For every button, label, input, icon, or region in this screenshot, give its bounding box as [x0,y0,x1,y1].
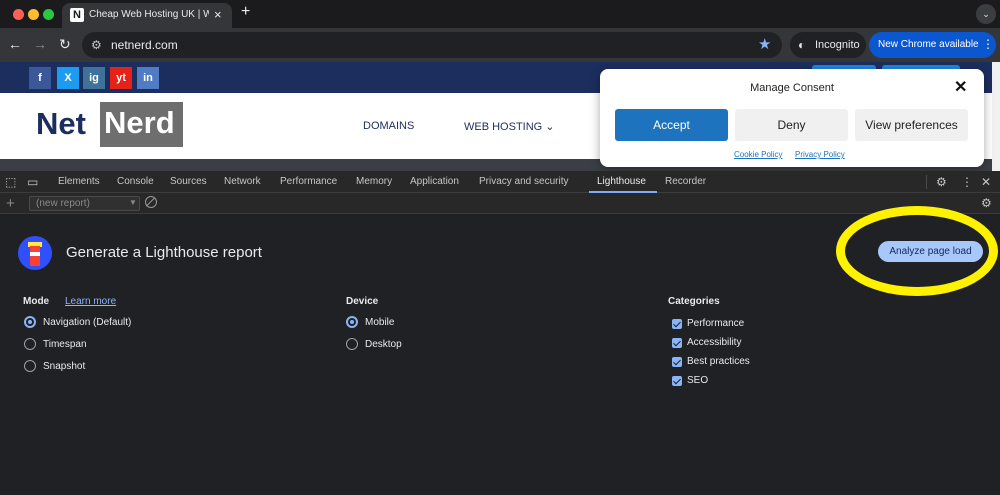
tab-privacy-security[interactable]: Privacy and security [479,176,568,187]
lighthouse-settings-icon[interactable]: ⚙ [981,196,992,210]
clear-icon[interactable] [145,196,157,208]
browser-toolbar: ← → ↻ ⚙ netnerd.com ★ ◐ Incognito New Ch… [0,28,1000,62]
tab-strip: N Cheap Web Hosting UK | Web × + ⌄ [0,0,1000,28]
radio-mobile[interactable] [346,316,358,328]
learn-more-link[interactable]: Learn more [65,296,116,307]
bookmark-star-icon[interactable]: ★ [758,35,771,53]
deny-button[interactable]: Deny [735,109,848,141]
radio-timespan[interactable] [24,338,36,350]
analyze-page-load-button[interactable]: Analyze page load [878,241,983,262]
site-info-icon[interactable]: ⚙ [91,38,102,52]
new-tab-icon[interactable]: + [241,3,250,21]
tab-network[interactable]: Network [224,176,261,187]
option-snapshot[interactable]: Snapshot [43,361,85,372]
privacy-policy-link[interactable]: Privacy Policy [795,150,845,159]
toolbar-divider [926,175,927,189]
page-scrollbar[interactable] [992,62,1000,171]
lighthouse-title: Generate a Lighthouse report [66,244,262,261]
consent-title: Manage Consent [750,82,834,94]
report-select[interactable]: (new report) ▼ [29,196,140,211]
accept-button[interactable]: Accept [615,109,728,141]
window-maximize-button[interactable] [43,9,54,20]
new-report-icon[interactable]: + [6,195,15,212]
option-mobile[interactable]: Mobile [365,317,394,328]
forward-icon[interactable]: → [33,36,47,52]
option-timespan[interactable]: Timespan [43,339,87,350]
incognito-label: Incognito [815,39,860,51]
tab-sources[interactable]: Sources [170,176,207,187]
category-accessibility[interactable]: Accessibility [687,337,741,348]
update-chrome-button[interactable]: New Chrome available ⋮ [869,32,996,58]
option-navigation[interactable]: Navigation (Default) [43,317,131,328]
reload-icon[interactable]: ↻ [59,36,71,53]
menu-web-hosting[interactable]: WEB HOSTING ⌄ [464,120,555,133]
checkbox-best-practices[interactable] [672,357,682,367]
chevron-down-icon: ▼ [129,198,137,207]
report-select-value: (new report) [36,198,90,209]
url-text: netnerd.com [111,38,178,52]
window-minimize-button[interactable] [28,9,39,20]
incognito-indicator[interactable]: ◐ Incognito [790,32,866,58]
logo-net[interactable]: Net [36,106,86,142]
youtube-icon[interactable]: yt [110,67,132,89]
checkbox-seo[interactable] [672,376,682,386]
devtools-tab-bar: ⬚ ▭ Elements Console Sources Network Per… [0,171,1000,193]
address-bar[interactable]: ⚙ netnerd.com ★ [82,32,782,58]
checkbox-performance[interactable] [672,319,682,329]
logo-nerd: Nerd [104,105,175,140]
menu-domains[interactable]: DOMAINS [363,120,414,132]
back-icon[interactable]: ← [8,36,22,52]
view-preferences-button[interactable]: View preferences [855,109,968,141]
close-devtools-icon[interactable]: ✕ [981,175,991,189]
consent-dialog: Manage Consent ✕ Accept Deny View prefer… [600,69,984,167]
mode-heading: Mode [23,296,50,307]
close-icon[interactable]: ✕ [954,77,967,97]
window-close-button[interactable] [13,9,24,20]
category-performance[interactable]: Performance [687,318,744,329]
tab-elements[interactable]: Elements [58,176,100,187]
lighthouse-logo-icon [18,236,52,270]
logo-nerd-box[interactable]: Nerd [100,102,183,147]
option-desktop[interactable]: Desktop [365,339,402,350]
instagram-icon[interactable]: ig [83,67,105,89]
radio-snapshot[interactable] [24,360,36,372]
tab-search-icon[interactable]: ⌄ [976,4,996,24]
incognito-icon: ◐ [798,38,806,52]
tab-application[interactable]: Application [410,176,459,187]
device-heading: Device [346,296,379,307]
x-icon[interactable]: X [57,67,79,89]
more-options-icon[interactable]: ⋮ [961,175,973,189]
more-menu-icon[interactable]: ⋮ [982,37,994,51]
tab-lighthouse[interactable]: Lighthouse [597,176,646,187]
tab-recorder[interactable]: Recorder [665,176,706,187]
tab-console[interactable]: Console [117,176,154,187]
device-toolbar-icon[interactable]: ▭ [27,175,38,189]
close-tab-icon[interactable]: × [214,7,222,22]
tab-memory[interactable]: Memory [356,176,392,187]
update-chrome-label: New Chrome available [878,39,979,50]
settings-gear-icon[interactable]: ⚙ [936,175,947,189]
categories-heading: Categories [668,296,720,307]
linkedin-icon[interactable]: in [137,67,159,89]
category-best-practices[interactable]: Best practices [687,356,750,367]
lighthouse-toolbar: + (new report) ▼ ⚙ [0,193,1000,214]
checkbox-accessibility[interactable] [672,338,682,348]
category-seo[interactable]: SEO [687,375,708,386]
favicon-icon: N [70,8,84,22]
browser-tab[interactable]: N Cheap Web Hosting UK | Web × [62,3,232,28]
facebook-icon[interactable]: f [29,67,51,89]
radio-desktop[interactable] [346,338,358,350]
radio-navigation[interactable] [24,316,36,328]
cookie-policy-link[interactable]: Cookie Policy [734,150,782,159]
tab-performance[interactable]: Performance [280,176,337,187]
inspect-element-icon[interactable]: ⬚ [5,175,16,189]
tab-title: Cheap Web Hosting UK | Web [89,9,209,20]
